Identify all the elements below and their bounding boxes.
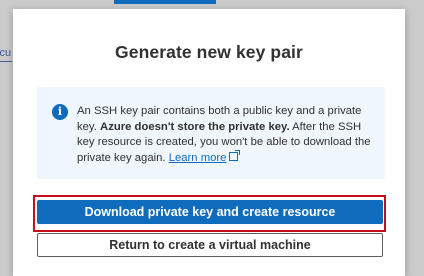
background-link-fragment: lcu bbox=[0, 47, 12, 59]
info-text-bold: Azure doesn't store the private key. bbox=[100, 120, 290, 133]
info-message-text: An SSH key pair contains both a public k… bbox=[77, 104, 379, 166]
background-link-underline bbox=[0, 61, 12, 62]
generate-key-pair-dialog: Generate new key pair i An SSH key pair … bbox=[13, 9, 405, 276]
external-link-icon[interactable] bbox=[229, 149, 241, 161]
learn-more-label: Learn more bbox=[168, 151, 227, 164]
dialog-title: Generate new key pair bbox=[115, 42, 303, 62]
background-active-tab-indicator bbox=[114, 0, 216, 4]
info-icon: i bbox=[52, 104, 68, 120]
download-private-key-button[interactable]: Download private key and create resource bbox=[37, 200, 383, 224]
return-to-create-vm-button[interactable]: Return to create a virtual machine bbox=[37, 233, 383, 257]
learn-more-link[interactable]: Learn more bbox=[169, 152, 227, 164]
info-message-box: i An SSH key pair contains both a public… bbox=[37, 87, 385, 179]
